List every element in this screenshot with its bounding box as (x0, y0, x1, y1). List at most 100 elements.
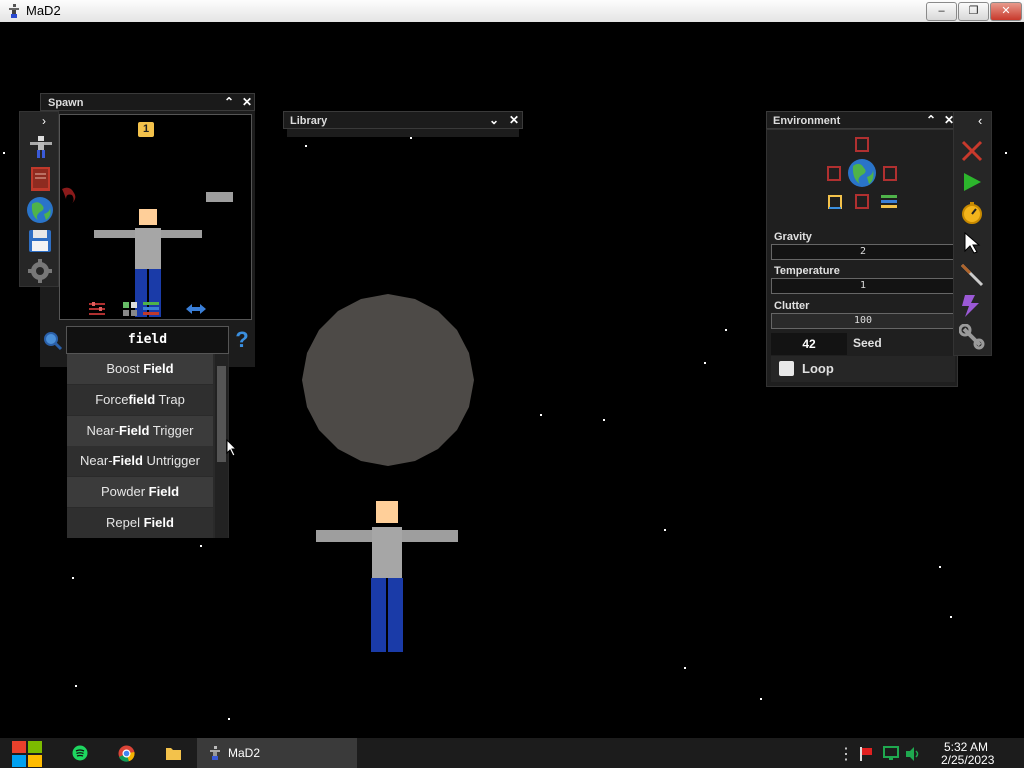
clock-time[interactable]: 5:32 AM (944, 740, 988, 754)
star (664, 529, 666, 531)
flag-icon[interactable] (858, 746, 874, 762)
lightning-tool-icon[interactable] (959, 293, 985, 319)
left-wall-icon[interactable] (827, 166, 841, 182)
taskbar-app-label: MaD2 (228, 746, 261, 760)
window-titlebar: MaD2 – ❐ ✕ (0, 0, 1024, 23)
temperature-slider[interactable]: 1 (771, 278, 955, 294)
list-view-icon[interactable] (142, 301, 160, 317)
close-window-button[interactable]: ✕ (990, 2, 1022, 21)
app-icon (210, 746, 220, 760)
star (704, 362, 706, 364)
grey-block-preview (206, 192, 233, 202)
environment-panel-header[interactable]: Environment ⌃ ✕ (766, 111, 958, 129)
folder-icon[interactable] (165, 746, 182, 761)
mouse-pointer-icon (226, 439, 238, 457)
ragdoll-category-icon[interactable] (28, 134, 54, 160)
right-wall-icon[interactable] (883, 166, 897, 182)
minimize-button[interactable]: – (926, 2, 957, 21)
collapse-palette-icon[interactable]: ‹ (978, 113, 982, 128)
temperature-label: Temperature (774, 265, 840, 277)
floor-icon[interactable] (855, 194, 869, 210)
environment-panel: Gravity 2 Temperature 1 Clutter 100 42 S… (766, 129, 958, 387)
windows-start-icon[interactable] (10, 738, 44, 768)
collapse-icon[interactable]: ⌃ (923, 112, 939, 129)
colorful-box-icon[interactable] (827, 194, 843, 210)
star (540, 414, 542, 416)
spawn-panel-header[interactable]: Spawn ⌃ ✕ (40, 93, 255, 111)
star (950, 616, 952, 618)
star (72, 577, 74, 579)
preview-ragdoll-torso (135, 228, 161, 269)
swap-horizontal-icon[interactable] (185, 303, 207, 315)
environment-panel-title: Environment (773, 115, 841, 127)
spawn-search-input[interactable]: field (66, 326, 229, 354)
chevron-down-icon[interactable]: ⌄ (486, 112, 502, 129)
loop-checkbox[interactable] (779, 361, 794, 376)
spawn-count-badge: 1 (138, 122, 154, 137)
gravity-label: Gravity (774, 231, 812, 243)
grid-view-icon[interactable] (122, 301, 138, 317)
ragdoll-person[interactable] (316, 501, 458, 653)
search-results-dropdown: Boost Field Forcefield Trap Near-Field T… (67, 354, 229, 538)
search-icon (44, 332, 63, 351)
chrome-icon[interactable] (118, 745, 135, 762)
results-scrollbar-thumb[interactable] (217, 366, 226, 462)
ragdoll-head (376, 501, 398, 523)
clutter-slider[interactable]: 100 (771, 313, 955, 329)
maximize-button[interactable]: ❐ (958, 2, 989, 21)
star (1005, 152, 1007, 154)
adjust-sliders-icon[interactable] (88, 301, 106, 317)
knife-tool-icon[interactable] (959, 262, 985, 288)
expand-sidebar-icon[interactable]: › (42, 114, 46, 128)
close-icon[interactable]: ✕ (239, 94, 255, 111)
library-panel-body (287, 129, 519, 137)
volume-icon[interactable] (904, 746, 922, 762)
star (3, 152, 5, 154)
star (760, 698, 762, 700)
layers-icon[interactable] (880, 194, 898, 210)
result-item[interactable]: Boost Field (67, 354, 213, 384)
result-item[interactable]: Forcefield Trap (67, 385, 213, 415)
ragdoll-left-leg (371, 578, 386, 652)
result-item[interactable]: Repel Field (67, 508, 213, 538)
library-panel-header[interactable]: Library ⌄ ✕ (283, 111, 523, 129)
spotify-icon[interactable] (72, 745, 88, 761)
result-item[interactable]: Near-Field Trigger (67, 416, 213, 446)
stopwatch-icon[interactable] (960, 201, 984, 225)
red-blob-icon (62, 187, 76, 205)
star (305, 145, 307, 147)
star (228, 718, 230, 720)
window-title: MaD2 (26, 3, 61, 18)
pointer-tool-icon[interactable] (962, 231, 982, 255)
globe-icon[interactable] (847, 158, 877, 188)
star (200, 545, 202, 547)
settings-category-icon[interactable] (27, 258, 53, 284)
globe-category-icon[interactable] (26, 196, 54, 224)
seed-input[interactable]: 42 (771, 333, 847, 355)
book-category-icon[interactable] (29, 166, 53, 192)
star (725, 329, 727, 331)
tool-palette: ‹ (953, 111, 992, 356)
star (75, 685, 77, 687)
grey-sphere-object[interactable] (300, 292, 476, 468)
loop-row[interactable]: Loop (771, 356, 955, 382)
help-icon[interactable]: ? (233, 327, 251, 353)
close-icon[interactable]: ✕ (506, 112, 522, 129)
clock-date[interactable]: 2/25/2023 (941, 753, 994, 767)
taskbar-app-mad2[interactable]: MaD2 (197, 738, 357, 768)
result-item[interactable]: Powder Field (67, 477, 213, 507)
result-item[interactable]: Near-Field Untrigger (67, 446, 213, 476)
collapse-icon[interactable]: ⌃ (221, 94, 237, 111)
wrench-tool-icon[interactable] (959, 324, 985, 350)
play-icon[interactable] (961, 171, 983, 193)
clear-delete-icon[interactable] (960, 139, 984, 163)
top-wall-icon[interactable] (855, 137, 869, 153)
spawn-preview[interactable]: 1 (59, 114, 252, 320)
taskbar: MaD2 ⋮ 5:32 AM 2/25/2023 (0, 738, 1024, 768)
gravity-slider[interactable]: 2 (771, 244, 955, 260)
seed-label: Seed (853, 336, 882, 350)
save-category-icon[interactable] (27, 228, 53, 254)
spawn-category-sidebar: › (19, 111, 59, 287)
tray-overflow-icon[interactable]: ⋮ (838, 744, 854, 764)
network-icon[interactable] (882, 746, 900, 762)
